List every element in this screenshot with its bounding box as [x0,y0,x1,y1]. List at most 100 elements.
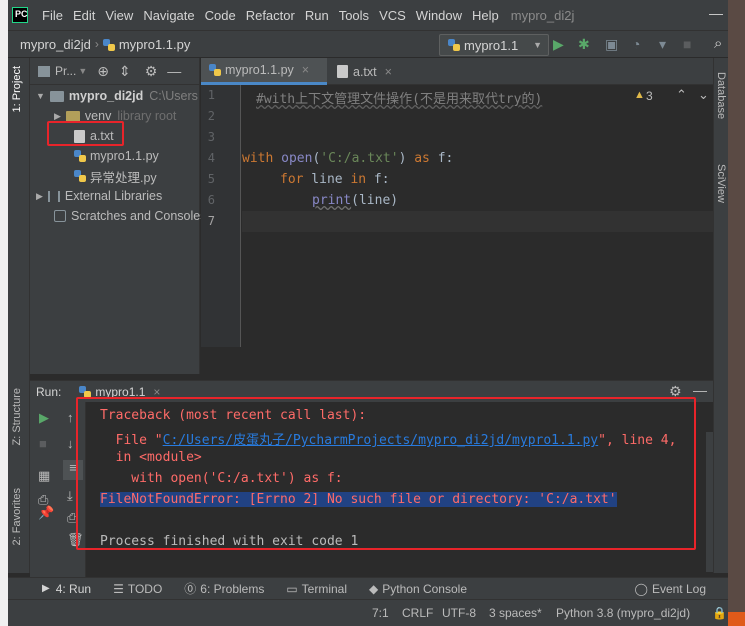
tab-a-txt[interactable]: a.txt × [329,58,405,85]
menu-tools[interactable]: Tools [339,8,369,23]
tab-sciview[interactable]: SciView [715,164,727,203]
folder-icon [65,110,80,122]
minimize-icon[interactable]: — [709,5,723,21]
python-file-icon [209,64,221,76]
menu-edit[interactable]: Edit [73,8,95,23]
menu-view[interactable]: View [105,8,133,23]
tree-item-mypro[interactable]: mypro1.1.py [74,146,159,166]
menu-help[interactable]: Help [472,8,499,23]
project-panel: Pr... ▼ ⊕ ⇕ ⚙ — ▼ mypro_di2jd C:\Users ▶… [30,58,207,374]
file-encoding[interactable]: UTF-8 [442,606,476,620]
debug-icon[interactable]: ✱ [578,36,590,53]
caret-position[interactable]: 7:1 [372,606,389,620]
locate-icon[interactable]: ⊕ [97,63,109,80]
chevron-down-icon: ▼ [36,91,45,101]
tree-item-project-root[interactable]: ▼ mypro_di2jd C:\Users [36,86,198,106]
run-label: Run: [36,384,62,399]
folder-icon [49,90,64,102]
indent-setting[interactable]: 3 spaces* [489,606,542,620]
code-keyword: in [350,172,367,187]
coverage-icon[interactable]: ▣ [605,36,618,53]
breadcrumb-file[interactable]: mypro1.1.py [102,37,190,52]
chevron-down-icon: ▼ [533,40,542,50]
menu-file[interactable]: File [42,8,63,23]
layout-icon[interactable]: ▦ [38,468,50,484]
run-config-label: mypro1.1 [464,37,519,53]
tool-todo[interactable]: TODO [128,582,162,596]
tree-item-label: Scratches and Consoles [71,209,207,223]
scroll-end-icon[interactable]: ⤓ [67,488,73,504]
chevron-right-icon: ▶ [54,110,61,121]
tool-run[interactable]: 4: Run [56,582,91,596]
lock-icon[interactable]: 🔒 [712,606,727,620]
tool-problems[interactable]: 6: Problems [200,582,264,596]
project-panel-title[interactable]: Pr... [55,64,76,78]
arrow-down-icon[interactable]: ↓ [67,436,74,451]
status-bar: 7:1 CRLF UTF-8 3 spaces* Python 3.8 (myp… [8,599,728,626]
tab-favorites[interactable]: 2: Favorites [11,488,23,545]
background-orange-block [728,612,745,626]
line-number: 4 [207,151,215,165]
chevron-down-icon[interactable]: ▼ [78,66,87,76]
line-number: 3 [207,130,215,144]
tree-item-exception[interactable]: 异常处理.py [74,166,157,186]
python-console-icon: ◆ [369,581,379,596]
tree-item-external-libraries[interactable]: ▶ External Libraries [36,186,162,206]
tab-structure[interactable]: Z: Structure [11,388,23,445]
python-file-icon [102,38,115,51]
stop-icon[interactable]: ■ [683,36,691,52]
code-builtin: open [281,151,313,166]
menu-window[interactable]: Window [416,8,462,23]
tool-python-console[interactable]: Python Console [382,582,467,596]
line-separator[interactable]: CRLF [402,606,433,620]
code-string: 'C:/a.txt' [320,151,399,166]
warning-count[interactable]: 3 [646,89,653,103]
pin-icon[interactable]: 📌 [38,505,54,521]
tab-project[interactable]: 1: Project [11,66,23,112]
collapse-icon[interactable]: ⇕ [119,63,131,80]
tab-mypro[interactable]: mypro1.1.py × [201,58,327,85]
bottom-tool-bar: ▶ 4: Run ☰ TODO ⓪ 6: Problems ▭ Terminal… [8,577,728,599]
code-editor[interactable]: #with上下文管理文件操作(不是用来取代try的) with open('C:… [242,85,713,347]
warning-icon[interactable]: ▲ [634,89,645,101]
run-icon[interactable]: ▶ [553,36,564,53]
close-icon[interactable]: × [385,65,392,79]
title-bar: PC File Edit View Navigate Code Refactor… [8,0,728,30]
tree-item-label: mypro1.1.py [90,149,159,163]
stop-icon[interactable]: ■ [39,436,47,451]
chevron-right-icon: › [94,37,99,51]
tool-terminal[interactable]: Terminal [302,582,347,596]
menu-code[interactable]: Code [205,8,236,23]
rerun-icon[interactable]: ▶ [39,410,49,426]
profile-icon[interactable]: ◔ [632,36,640,52]
line-number: 5 [207,172,215,186]
menu-refactor[interactable]: Refactor [246,8,295,23]
arrow-up-icon[interactable]: ↑ [67,410,74,425]
previous-highlight-icon[interactable]: ⌃ [676,87,687,103]
code-paren: ) [398,151,407,166]
console-scrollbar[interactable] [706,432,713,572]
close-icon[interactable]: × [302,63,309,77]
background-strip-left [0,0,8,626]
tree-item-scratches[interactable]: Scratches and Consoles [54,206,207,226]
python-file-icon [74,150,86,162]
tool-event-log[interactable]: Event Log [652,582,706,596]
event-log-icon: ◯ [634,581,648,596]
next-highlight-icon[interactable]: ⌄ [698,87,709,103]
search-icon[interactable]: ⌕ [714,35,722,52]
python-interpreter[interactable]: Python 3.8 (mypro_di2jd) [556,606,690,620]
caret-row-highlight [242,211,713,232]
menu-vcs[interactable]: VCS [379,8,406,23]
menu-run[interactable]: Run [305,8,329,23]
navigation-bar: mypro_di2jd › mypro1.1.py mypro1.1 ▼ ▶ ✱… [8,30,728,58]
todo-icon: ☰ [113,581,124,596]
menu-navigate[interactable]: Navigate [143,8,194,23]
more-run-icon[interactable]: ▾ [659,36,666,53]
run-configuration-select[interactable]: mypro1.1 ▼ [439,34,549,56]
breadcrumb-project[interactable]: mypro_di2jd [20,37,91,52]
tab-database[interactable]: Database [715,72,727,119]
gear-icon[interactable]: ⚙ [145,63,158,80]
tree-item-hint: C:\Users [149,89,198,103]
hide-icon[interactable]: — [167,63,181,79]
hide-icon[interactable]: — [693,382,707,398]
